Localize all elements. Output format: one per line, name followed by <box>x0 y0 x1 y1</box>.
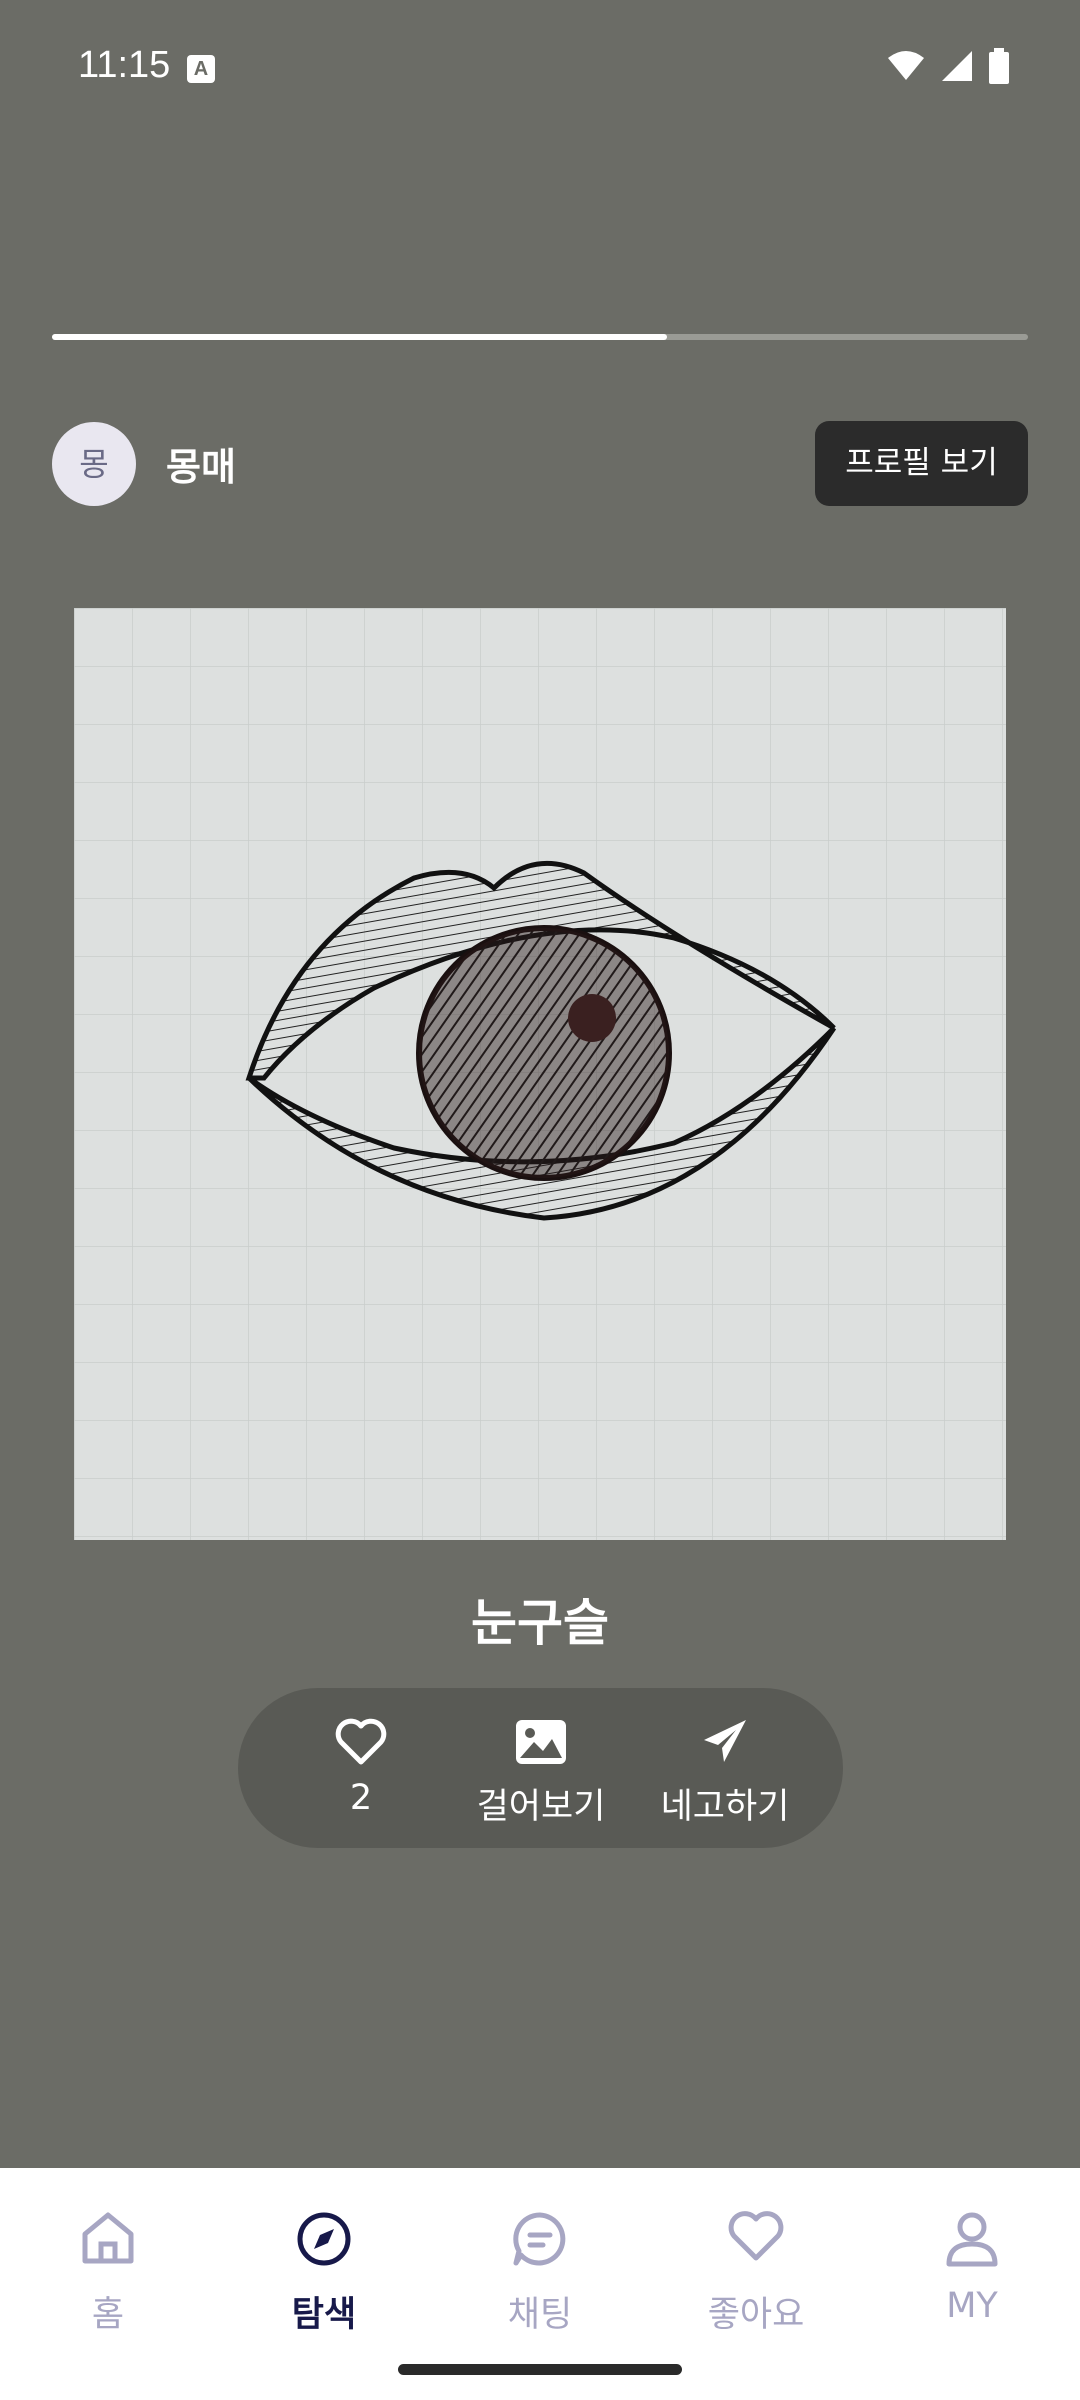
chat-icon <box>513 2212 566 2266</box>
view-profile-button[interactable]: 프로필 보기 <box>815 421 1028 506</box>
person-icon <box>946 2212 998 2267</box>
status-icons <box>886 48 1010 84</box>
author-name[interactable]: 몽매 <box>166 436 236 491</box>
like-button[interactable]: 2 <box>298 1688 424 1848</box>
heart-icon <box>728 2211 784 2261</box>
nav-item-likes[interactable]: 좋아요 <box>648 2188 864 2338</box>
preview-hang-button[interactable]: 걸어보기 <box>466 1688 616 1848</box>
action-bar: 2 걸어보기 네고하기 <box>238 1688 843 1848</box>
battery-icon <box>989 48 1009 84</box>
home-icon <box>82 2212 134 2264</box>
nav-label-chat: 채팅 <box>507 2295 573 2335</box>
negotiate-button[interactable]: 네고하기 <box>650 1688 800 1848</box>
signal-icon <box>942 51 972 81</box>
wifi-icon <box>888 51 924 80</box>
home-indicator <box>398 2364 682 2375</box>
nav-label-my: MY <box>946 2286 998 2326</box>
nav-label-likes: 좋아요 <box>707 2295 805 2335</box>
send-icon <box>704 1720 746 1762</box>
negotiate-label: 네고하기 <box>660 1787 790 1827</box>
nav-item-my[interactable]: MY <box>864 2188 1080 2338</box>
avatar[interactable]: 몽 <box>52 422 136 506</box>
image-icon <box>516 1720 566 1764</box>
status-bar: 11:15 A <box>0 0 1080 130</box>
nav-item-home[interactable]: 홈 <box>0 2188 216 2338</box>
compass-icon <box>297 2212 351 2266</box>
keyboard-indicator-icon: A <box>187 55 215 83</box>
status-time: 11:15 <box>78 44 171 86</box>
artwork-title: 눈구슬 <box>471 1594 609 1652</box>
nav-label-home: 홈 <box>91 2295 125 2335</box>
like-count: 2 <box>349 1778 373 1818</box>
nav-item-explore[interactable]: 탐색 <box>216 2188 432 2338</box>
story-progress-bar <box>52 334 1028 340</box>
eye-drawing-image <box>74 608 1006 1540</box>
artwork-image[interactable] <box>74 608 1006 1540</box>
story-progress-fill <box>52 334 667 340</box>
preview-hang-label: 걸어보기 <box>476 1787 606 1827</box>
nav-label-explore: 탐색 <box>291 2295 357 2335</box>
nav-item-chat[interactable]: 채팅 <box>432 2188 648 2338</box>
heart-outline-icon <box>335 1718 387 1765</box>
